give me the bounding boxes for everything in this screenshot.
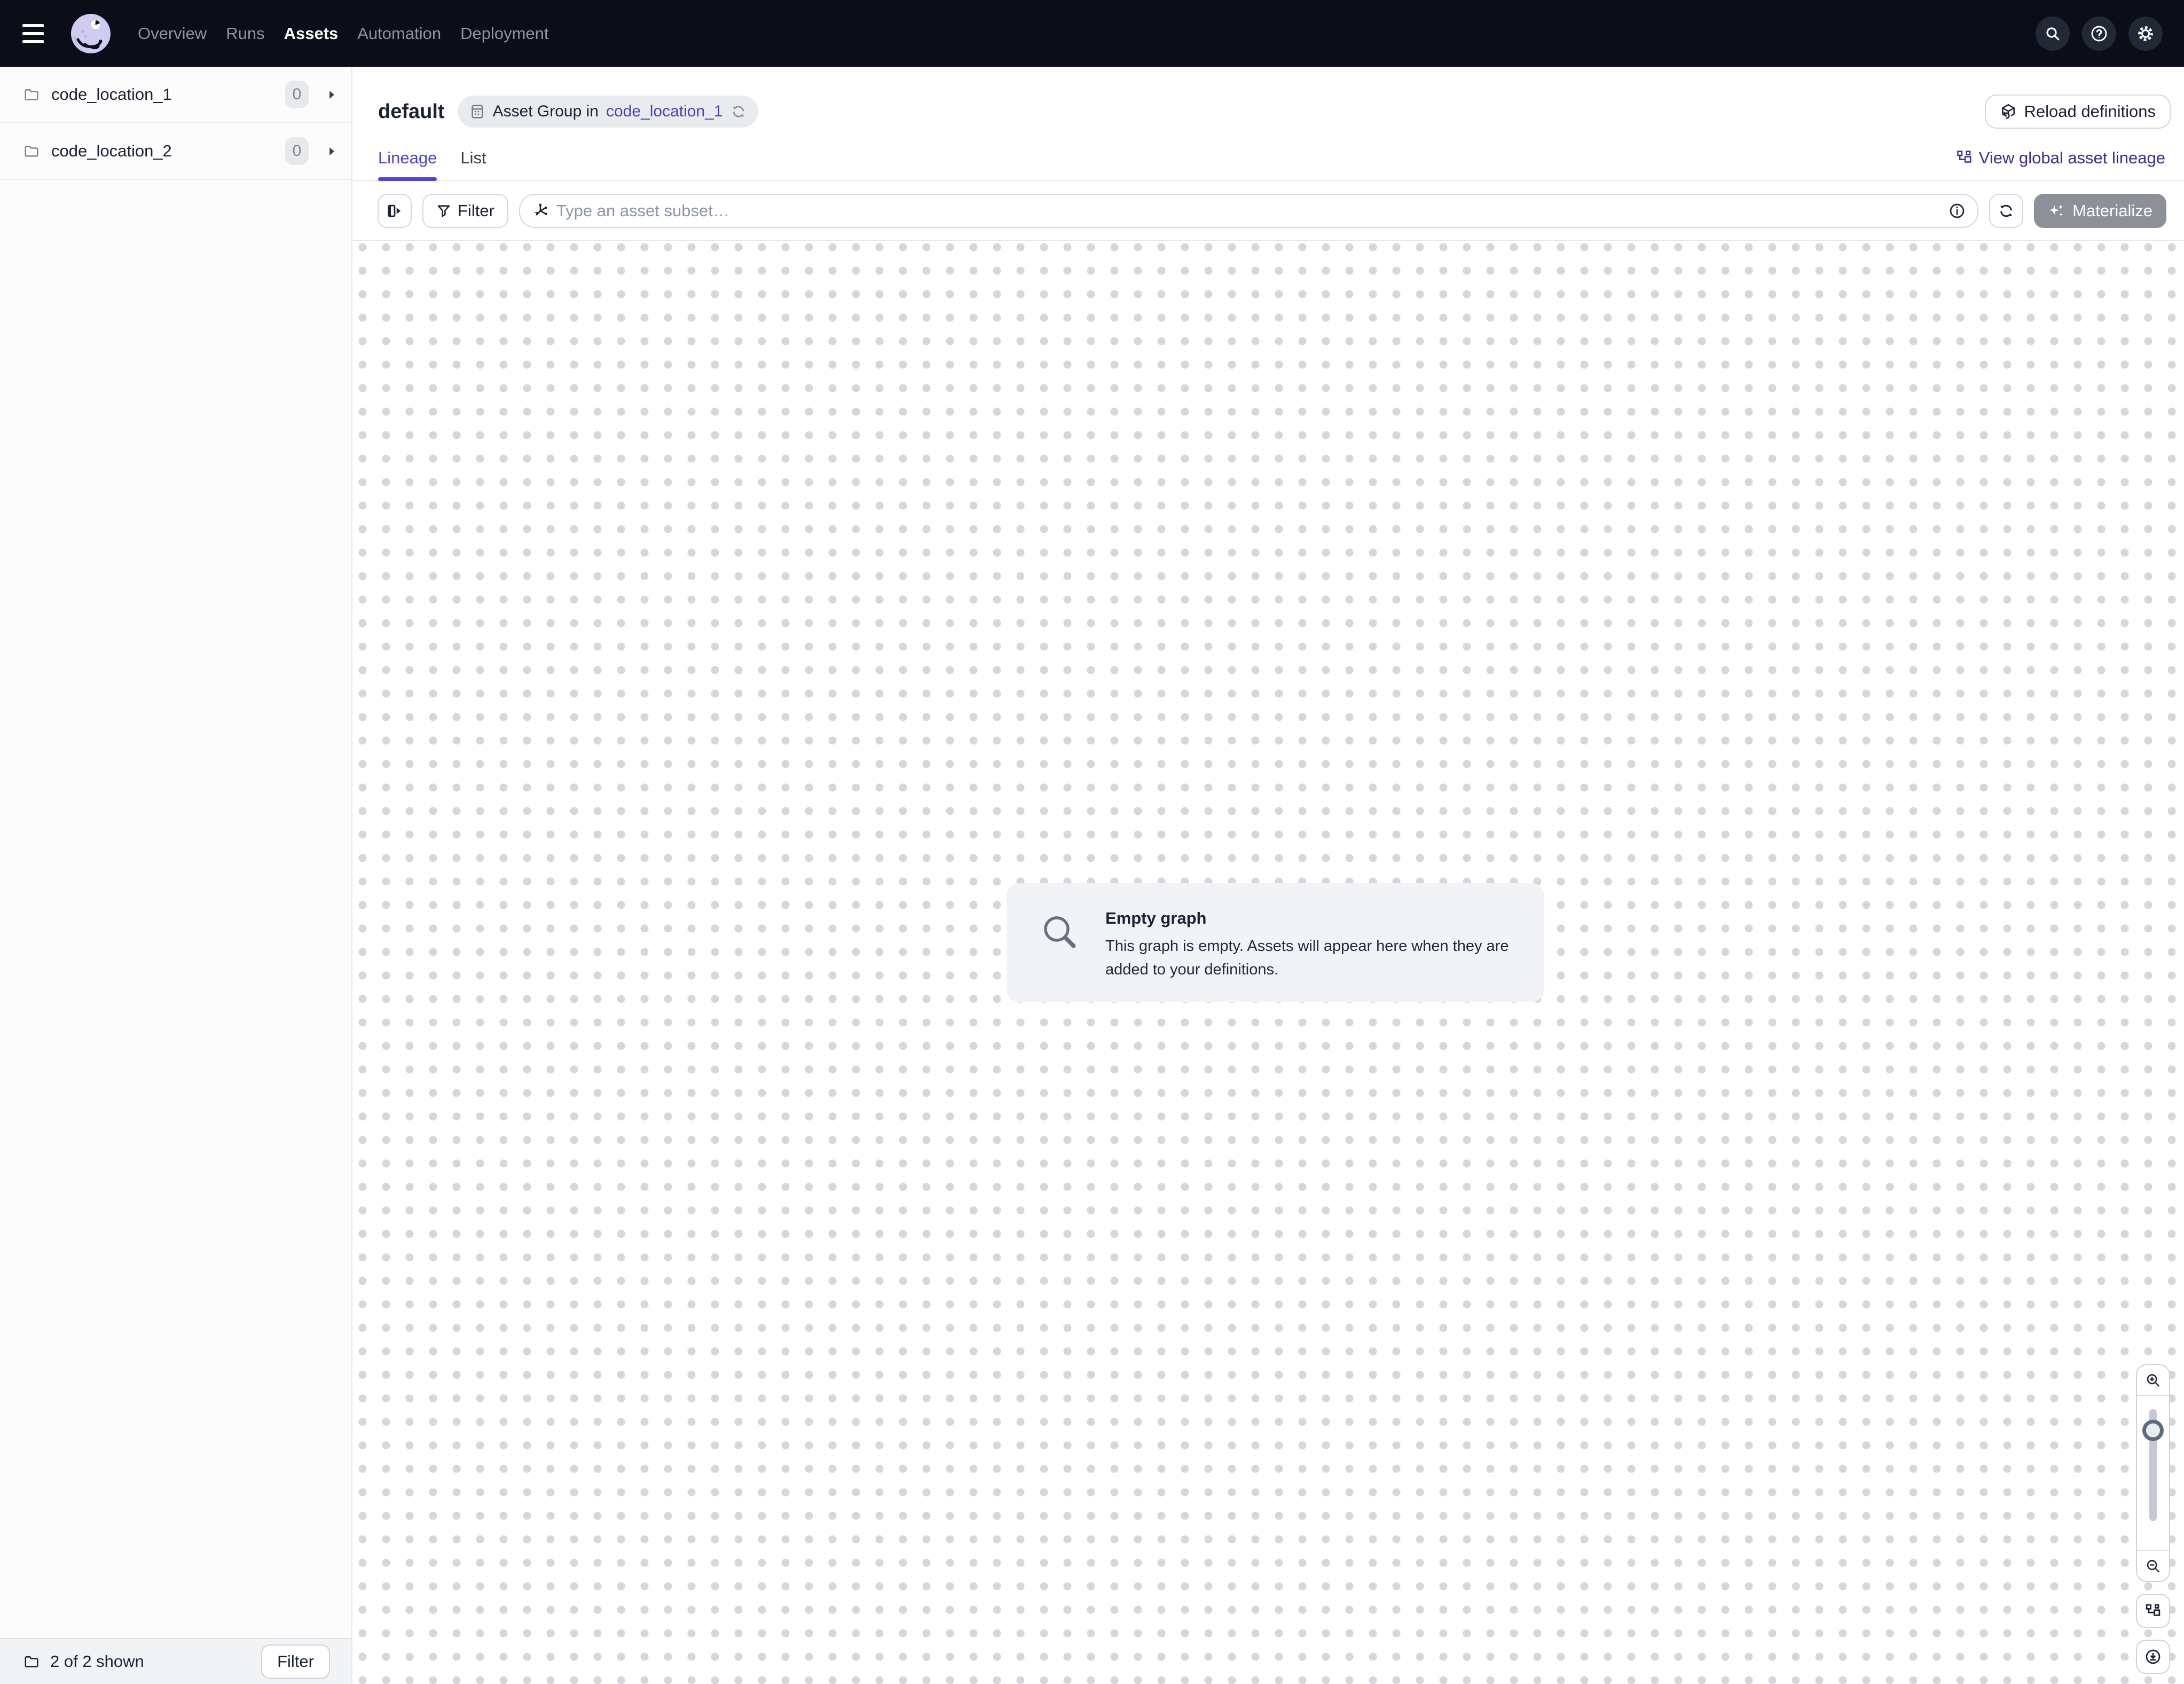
asset-subset-input[interactable]	[556, 201, 1941, 221]
empty-graph-description: This graph is empty. Assets will appear …	[1105, 934, 1533, 981]
open-panel-icon	[387, 203, 403, 219]
help-icon	[2090, 25, 2108, 43]
sidebar-item-code-location-1[interactable]: code_location_1 0	[0, 67, 351, 123]
nav-item-runs[interactable]: Runs	[226, 24, 264, 43]
asset-count-badge: 0	[285, 137, 309, 165]
navbar-actions	[2036, 17, 2163, 51]
badge-prefix-label: Asset Group in	[493, 103, 599, 121]
shown-count-label: 2 of 2 shown	[50, 1652, 144, 1671]
chevron-right-icon[interactable]	[328, 147, 335, 156]
nav-item-assets[interactable]: Assets	[284, 24, 339, 43]
zoom-in-button[interactable]	[2137, 1365, 2169, 1395]
materialize-label: Materialize	[2072, 201, 2152, 221]
sidebar-filter-button[interactable]: Filter	[261, 1644, 330, 1679]
asset-subset-input-wrapper	[519, 194, 1978, 228]
app-body: code_location_1 0 code_location_2 0 2 of…	[0, 67, 2184, 1684]
folder-icon	[23, 1654, 40, 1670]
empty-graph-title: Empty graph	[1105, 909, 1538, 928]
refresh-location-icon[interactable]	[730, 104, 747, 120]
asset-group-badge: Asset Group in code_location_1	[458, 96, 758, 128]
primary-nav: Overview Runs Assets Automation Deployme…	[138, 24, 549, 43]
filter-button-label: Filter	[458, 201, 494, 221]
top-navbar: Overview Runs Assets Automation Deployme…	[0, 0, 2184, 67]
lineage-graph-canvas[interactable]: Empty graph This graph is empty. Assets …	[352, 240, 2184, 1684]
main-content: default Asset Group in code_location_1	[352, 67, 2184, 1684]
tab-list[interactable]: List	[460, 136, 486, 180]
global-lineage-label: View global asset lineage	[1979, 148, 2165, 168]
asset-group-icon	[469, 104, 485, 120]
page-title: default	[378, 100, 445, 123]
global-lineage-icon	[1957, 150, 1973, 166]
nav-item-deployment[interactable]: Deployment	[460, 24, 548, 43]
zoom-in-icon	[2145, 1372, 2161, 1388]
rearrange-graph-button[interactable]	[2136, 1594, 2170, 1628]
graph-filter-button[interactable]: Filter	[422, 194, 508, 228]
code-location-name: code_location_2	[51, 141, 172, 161]
view-global-asset-lineage-link[interactable]: View global asset lineage	[1957, 136, 2165, 180]
help-button[interactable]	[2082, 17, 2116, 51]
toggle-sidebar-panel-button[interactable]	[378, 194, 412, 228]
download-image-button[interactable]	[2136, 1640, 2170, 1674]
dagster-logo[interactable]	[70, 13, 111, 54]
asset-groups-sidebar: code_location_1 0 code_location_2 0 2 of…	[0, 67, 352, 1684]
search-icon	[2044, 25, 2061, 42]
zoom-out-button[interactable]	[2137, 1551, 2169, 1581]
refresh-icon	[1998, 202, 2015, 219]
download-circle-icon	[2144, 1648, 2162, 1665]
folder-icon	[23, 143, 40, 159]
reload-definitions-button[interactable]: Reload definitions	[1985, 95, 2171, 129]
zoom-slider-knob[interactable]	[2142, 1420, 2164, 1441]
empty-graph-card: Empty graph This graph is empty. Assets …	[1007, 883, 1544, 1002]
tab-lineage[interactable]: Lineage	[378, 136, 437, 180]
filter-syntax-info-icon[interactable]	[1949, 202, 1966, 219]
graph-toolbar: Filter	[352, 181, 2184, 240]
search-button[interactable]	[2036, 17, 2070, 51]
view-tabs: Lineage List View global asset lineage	[352, 136, 2184, 181]
zoom-slider	[2137, 1396, 2169, 1550]
folder-icon	[23, 86, 40, 103]
asset-count-badge: 0	[285, 81, 309, 108]
page-header: default Asset Group in code_location_1	[378, 67, 2171, 135]
refresh-graph-button[interactable]	[1989, 194, 2023, 228]
empty-graph-texts: Empty graph This graph is empty. Assets …	[1105, 909, 1538, 981]
op-selector-icon	[532, 202, 549, 219]
nav-item-overview[interactable]: Overview	[138, 24, 207, 43]
graph-layout-icon	[2145, 1603, 2161, 1619]
octopus-logo-icon	[70, 13, 111, 54]
sidebar-footer: 2 of 2 shown Filter	[0, 1638, 351, 1684]
reload-cube-icon	[2000, 103, 2017, 120]
filter-funnel-icon	[436, 203, 451, 218]
sparkle-icon	[2048, 202, 2065, 219]
code-location-name: code_location_1	[51, 85, 172, 104]
materialize-button[interactable]: Materialize	[2034, 194, 2166, 228]
zoom-out-icon	[2145, 1558, 2161, 1574]
nav-item-automation[interactable]: Automation	[357, 24, 441, 43]
gear-icon	[2136, 25, 2155, 43]
chevron-right-icon[interactable]	[328, 90, 335, 99]
reload-definitions-label: Reload definitions	[2024, 102, 2156, 121]
code-location-link[interactable]: code_location_1	[606, 103, 723, 121]
hamburger-menu-icon[interactable]	[22, 17, 57, 51]
magnifier-icon	[1041, 913, 1079, 951]
settings-button[interactable]	[2128, 17, 2163, 51]
zoom-controls	[2136, 1364, 2170, 1674]
sidebar-item-code-location-2[interactable]: code_location_2 0	[0, 123, 351, 180]
zoom-slider-group	[2136, 1364, 2170, 1582]
